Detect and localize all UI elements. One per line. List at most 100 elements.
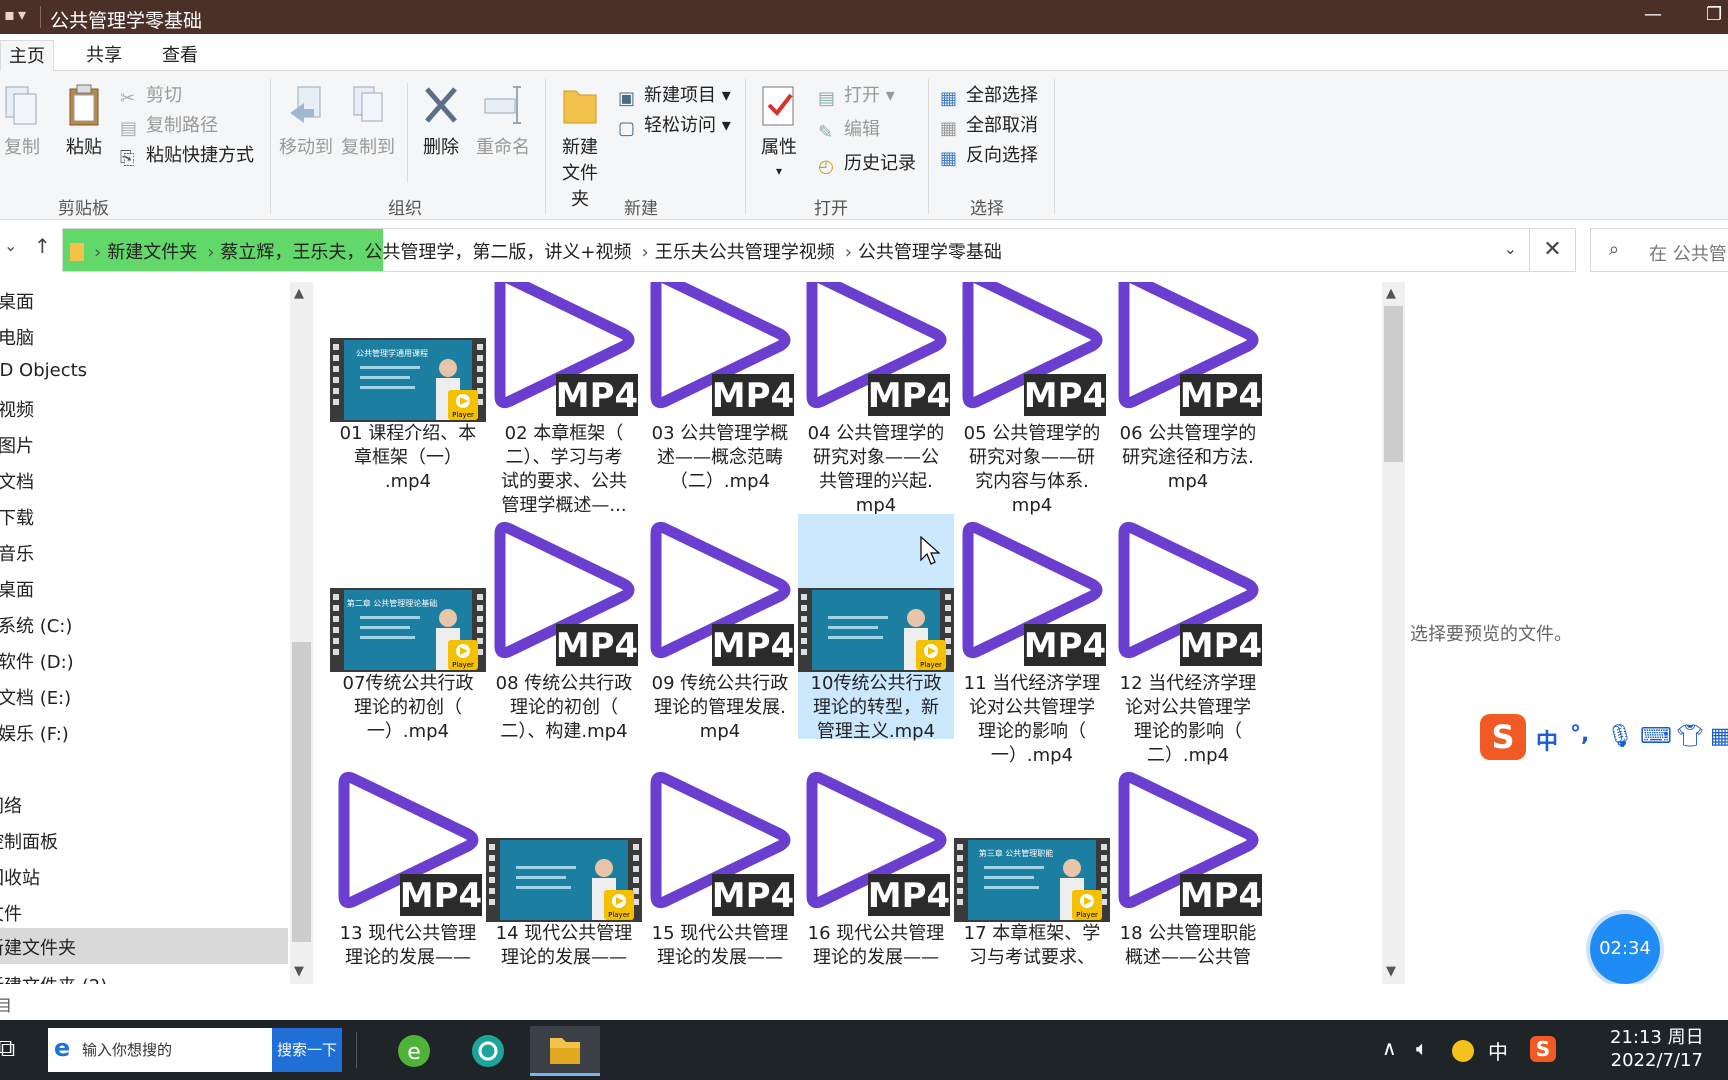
file-item[interactable]: MP4 15 现代公共管理 理论的发展—— xyxy=(642,764,798,984)
toolbox-icon[interactable]: ▦ xyxy=(1710,724,1728,749)
nav-item[interactable]: 下载 xyxy=(0,504,34,530)
easy-access-button[interactable]: ▢ 轻松访问 ▾ xyxy=(618,111,731,139)
file-item[interactable]: MP4 13 现代公共管理 理论的发展—— xyxy=(330,764,486,984)
nav-item[interactable]: 控制面板 xyxy=(0,828,58,854)
new-folder-button[interactable]: 新建 文件夹 xyxy=(554,83,606,211)
nav-item[interactable]: 文档 xyxy=(0,468,34,494)
invert-selection-button[interactable]: ▦ 反向选择 xyxy=(940,141,1038,169)
nav-item[interactable]: 文件 xyxy=(0,900,22,926)
clear-address-button[interactable]: ✕ xyxy=(1530,228,1576,272)
ime-punct[interactable]: °, xyxy=(1570,722,1589,747)
file-item[interactable]: MP4 05 公共管理学的 研究对象——研 究内容与体系. mp4 xyxy=(954,282,1110,516)
nav-item[interactable]: 桌面 xyxy=(0,576,34,602)
file-item[interactable]: MP4 06 公共管理学的 研究途径和方法. mp4 xyxy=(1110,282,1266,492)
scroll-up-icon[interactable]: ▲ xyxy=(294,286,304,301)
nav-item[interactable]: 软件 (D:) xyxy=(0,648,74,674)
search-input[interactable]: ⌕ 在 公共管 xyxy=(1590,228,1728,272)
file-item[interactable]: MP4 02 本章框架（ 二）、学习与考 试的要求、公共 管理学概述—... xyxy=(486,282,642,516)
taskbar-app-explorer[interactable] xyxy=(530,1026,600,1076)
breadcrumb-item[interactable]: 王乐夫公共管理学视频 xyxy=(655,242,835,263)
file-item[interactable]: MP4 08 传统公共行政 理论的初创（ 二）、构建.mp4 xyxy=(486,514,642,742)
select-all-button[interactable]: ▦ 全部选择 xyxy=(940,81,1038,109)
nav-item[interactable]: 电脑 xyxy=(0,324,34,350)
file-item[interactable]: MP4 04 公共管理学的 研究对象——公 共管理的兴起. mp4 xyxy=(798,282,954,516)
address-dropdown-icon[interactable]: ⌄ xyxy=(1504,239,1517,258)
chevron-down-icon[interactable]: ▾ xyxy=(18,5,26,24)
file-item[interactable]: 第二章 公共管理理论基础 Player 07传统公共行政 理论的初创（ 一）.mp4 xyxy=(330,514,486,742)
skin-shirt-icon[interactable]: 👕︎ xyxy=(1676,724,1704,749)
content-scroll-thumb[interactable] xyxy=(1384,306,1403,462)
file-item[interactable]: MP4 18 公共管理职能 概述——公共管 xyxy=(1110,764,1266,984)
copy-button[interactable]: 复制 xyxy=(0,83,44,159)
minimize-icon[interactable]: — xyxy=(1644,4,1662,25)
tab-share[interactable]: 共享 xyxy=(86,41,122,67)
file-item[interactable]: Player 14 现代公共管理 理论的发展—— xyxy=(486,764,642,984)
taskbar-app-browser[interactable]: e xyxy=(386,1026,442,1076)
history-button[interactable]: ◴ 历史记录 xyxy=(818,149,916,177)
taskbar-search-button[interactable]: 搜索一下 xyxy=(272,1028,342,1072)
file-item[interactable]: MP4 16 现代公共管理 理论的发展—— xyxy=(798,764,954,984)
open-button[interactable]: ▤ 打开 ▾ xyxy=(818,81,895,109)
nav-scroll-thumb[interactable] xyxy=(292,642,311,942)
edit-button[interactable]: ✎ 编辑 xyxy=(818,115,880,143)
up-arrow-icon[interactable]: ↑ xyxy=(34,234,51,258)
nav-item[interactable]: 音乐 xyxy=(0,540,34,566)
breadcrumb-item[interactable]: 公共管理学，第二版，讲义+视频 xyxy=(364,242,631,263)
nav-item[interactable]: 图片 xyxy=(0,432,34,458)
tray-ime[interactable]: 中 xyxy=(1488,1036,1508,1065)
breadcrumb-item-current[interactable]: 公共管理学零基础 xyxy=(858,242,1002,263)
microphone-icon[interactable]: 🎙︎ xyxy=(1606,724,1634,749)
cut-button[interactable]: ✂ 剪切 xyxy=(120,81,182,109)
nav-item[interactable]: 桌面 xyxy=(0,288,34,314)
file-item[interactable]: MP4 12 当代经济学理 论对公共管理学 理论的影响（ 二）.mp4 xyxy=(1110,514,1266,766)
copy-path-button[interactable]: ▤ 复制路径 xyxy=(120,111,218,139)
breadcrumb-item[interactable]: 新建文件夹 xyxy=(107,242,197,263)
tab-home[interactable]: 主页 xyxy=(0,40,54,71)
nav-item[interactable]: 3D Objects xyxy=(0,360,87,381)
delete-button[interactable]: 删除 xyxy=(418,83,464,159)
recording-timer[interactable]: 02:34 xyxy=(1590,914,1660,984)
scroll-down-icon[interactable]: ▼ xyxy=(1386,964,1396,979)
content-scrollbar[interactable]: ▲ ▼ xyxy=(1382,282,1405,984)
paste-button[interactable]: 粘贴 xyxy=(62,83,106,159)
new-item-button[interactable]: ▣ 新建项目 ▾ xyxy=(618,81,731,109)
scroll-down-icon[interactable]: ▼ xyxy=(294,964,304,979)
nav-scrollbar[interactable]: ▲ ▼ xyxy=(290,282,313,984)
nav-item[interactable]: 文档 (E:) xyxy=(0,684,71,710)
taskbar-search-input[interactable]: e 输入你想搜的 xyxy=(48,1028,272,1072)
paste-shortcut-label: 粘贴快捷方式 xyxy=(146,145,254,166)
file-item[interactable]: 公共管理学通用课程 Player 01 课程介绍、本 章框架（一） .mp4 xyxy=(330,282,486,492)
recent-chevron-icon[interactable]: ⌄ xyxy=(4,236,17,255)
properties-button[interactable]: 属性 ▾ xyxy=(754,83,804,180)
file-item[interactable]: MP4 09 传统公共行政 理论的管理发展. mp4 xyxy=(642,514,798,742)
task-view-icon[interactable]: ⧉ xyxy=(0,1034,15,1062)
breadcrumb-item[interactable]: 蔡立辉，王乐夫， xyxy=(220,242,364,263)
keyboard-icon[interactable]: ⌨ xyxy=(1640,724,1672,749)
taskbar-app-tool[interactable] xyxy=(460,1026,516,1076)
nav-item[interactable]: 娱乐 (F:) xyxy=(0,720,69,746)
rename-button[interactable]: 重命名 xyxy=(474,83,532,159)
nav-item[interactable]: 网络 xyxy=(0,792,22,818)
restore-icon[interactable]: ❐ xyxy=(1706,4,1722,25)
volume-icon[interactable]: 🔈︎ xyxy=(1416,1036,1428,1060)
nav-item[interactable]: 回收站 xyxy=(0,864,40,890)
sogou-logo-icon[interactable]: S xyxy=(1480,714,1526,760)
select-none-button[interactable]: ▦ 全部取消 xyxy=(940,111,1038,139)
quick-access-icon[interactable]: ▪ xyxy=(4,5,15,24)
ime-mode[interactable]: 中 xyxy=(1536,724,1558,756)
tray-chevron-icon[interactable]: ∧ xyxy=(1382,1036,1397,1060)
nav-item-selected[interactable]: 新建文件夹 xyxy=(0,928,288,964)
tab-view[interactable]: 查看 xyxy=(162,41,198,67)
nav-item[interactable]: 系统 (C:) xyxy=(0,612,72,638)
file-item[interactable]: MP4 03 公共管理学概 述——概念范畴 （二）.mp4 xyxy=(642,282,798,492)
file-item[interactable]: MP4 11 当代经济学理 论对公共管理学 理论的影响（ 一）.mp4 xyxy=(954,514,1110,766)
paste-shortcut-button[interactable]: ⎘ 粘贴快捷方式 xyxy=(120,141,254,169)
nav-item[interactable]: 视频 xyxy=(0,396,34,422)
sogou-tray-icon[interactable]: S xyxy=(1530,1036,1556,1062)
taskbar-clock[interactable]: 21:13 周日 2022/7/17 xyxy=(1610,1026,1704,1072)
move-to-button[interactable]: 移动到 xyxy=(278,83,334,159)
scroll-up-icon[interactable]: ▲ xyxy=(1386,286,1396,301)
file-item[interactable]: 第三章 公共管理职能 Player 17 本章框架、学 习与考试要求、 xyxy=(954,764,1110,984)
copy-to-button[interactable]: 复制到 xyxy=(340,83,396,159)
tray-app-icon[interactable] xyxy=(1452,1040,1474,1062)
